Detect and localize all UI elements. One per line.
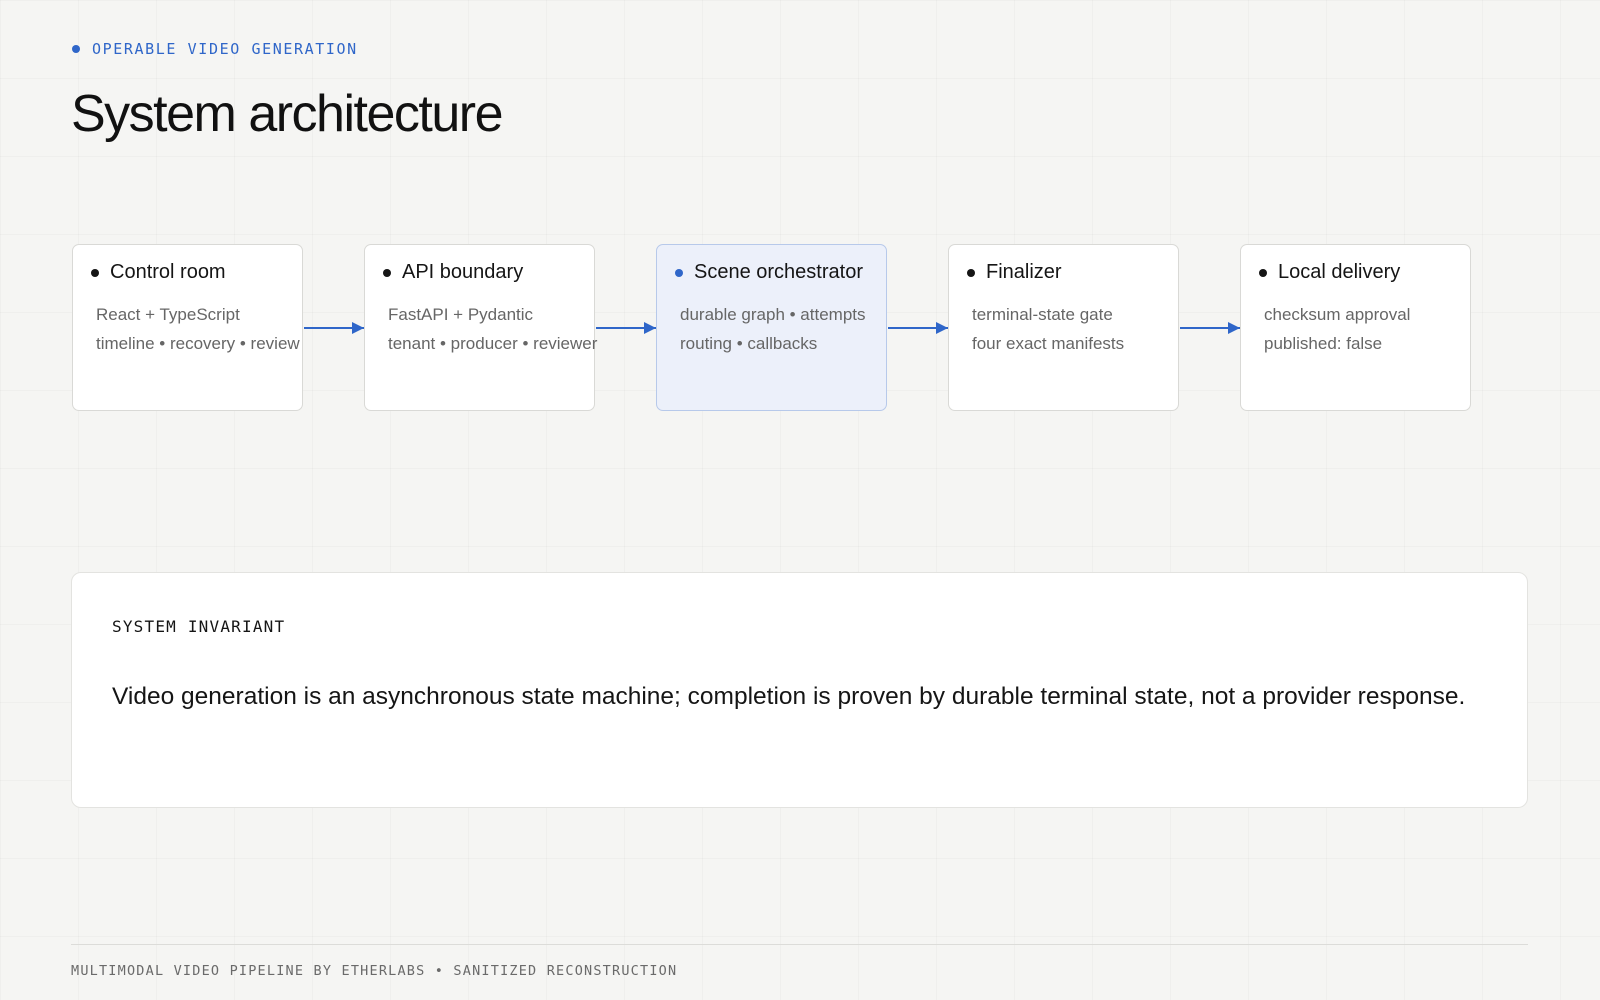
bullet-dot-icon (91, 268, 99, 277)
node-control-room: Control room React + TypeScript timeline… (72, 244, 303, 411)
node-title: Scene orchestrator (694, 261, 863, 283)
node-header: Control room (91, 261, 226, 284)
footer-text: MULTIMODAL VIDEO PIPELINE BY ETHERLABS •… (71, 963, 678, 979)
node-header: Local delivery (1259, 261, 1400, 284)
node-line: checksum approval (1264, 305, 1411, 324)
edge-layer (304, 322, 1240, 334)
node-line: tenant • producer • reviewer (388, 333, 598, 353)
node-line: terminal-state gate (972, 305, 1113, 324)
node-header: Finalizer (967, 261, 1062, 284)
node-title: API boundary (402, 261, 524, 283)
architecture-diagram: Control room React + TypeScript timeline… (0, 0, 1600, 1000)
node-line: durable graph • attempts (680, 305, 866, 324)
invariant-panel: SYSTEM INVARIANT Video generation is an … (71, 572, 1528, 808)
invariant-label: SYSTEM INVARIANT (112, 617, 286, 636)
node-line: React + TypeScript (96, 305, 240, 324)
invariant-text: Video generation is an asynchronous stat… (112, 683, 1466, 710)
node-line: published: false (1264, 333, 1383, 353)
bullet-dot-icon (675, 268, 683, 277)
node-finalizer: Finalizer terminal-state gate four exact… (948, 244, 1179, 411)
node-line: routing • callbacks (680, 333, 818, 353)
node-description: FastAPI + Pydantic tenant • producer • r… (388, 301, 597, 358)
bullet-dot-icon (1259, 268, 1267, 277)
node-line: FastAPI + Pydantic (388, 305, 534, 324)
node-title: Finalizer (986, 261, 1062, 283)
node-local-delivery: Local delivery checksum approval publish… (1240, 244, 1471, 411)
node-api-boundary: API boundary FastAPI + Pydantic tenant •… (364, 244, 597, 411)
node-description: durable graph • attempts routing • callb… (680, 301, 866, 358)
node-title: Local delivery (1278, 261, 1401, 283)
node-header: API boundary (383, 261, 523, 284)
node-description: terminal-state gate four exact manifests (972, 301, 1124, 358)
bullet-dot-icon (967, 268, 975, 277)
node-scene-orchestrator: Scene orchestrator durable graph • attem… (656, 244, 887, 411)
footer-divider (71, 944, 1528, 945)
node-line: four exact manifests (972, 333, 1125, 353)
node-title: Control room (110, 261, 226, 283)
node-description: React + TypeScript timeline • recovery •… (96, 301, 300, 358)
bullet-dot-icon (383, 268, 391, 277)
node-description: checksum approval published: false (1264, 301, 1410, 358)
node-line: timeline • recovery • review (96, 333, 300, 353)
node-header: Scene orchestrator (675, 261, 863, 284)
